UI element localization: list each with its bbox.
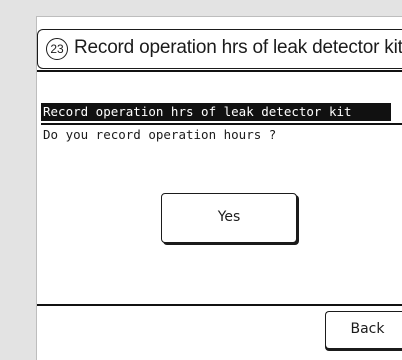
yes-button[interactable]: Yes [161, 193, 297, 243]
step-title-box: 23 Record operation hrs of leak detector… [37, 29, 402, 69]
footer-divider [37, 304, 402, 306]
screen-heading: Record operation hrs of leak detector ki… [41, 103, 391, 121]
prompt-question: Do you record operation hours ? [43, 127, 277, 142]
step-title: Record operation hrs of leak detector ki… [74, 37, 402, 58]
header-divider [37, 70, 402, 72]
step-number-badge: 23 [46, 38, 68, 60]
instruction-panel: 23 Record operation hrs of leak detector… [36, 16, 402, 360]
heading-underline [41, 123, 402, 125]
back-button[interactable]: Back [325, 311, 402, 349]
